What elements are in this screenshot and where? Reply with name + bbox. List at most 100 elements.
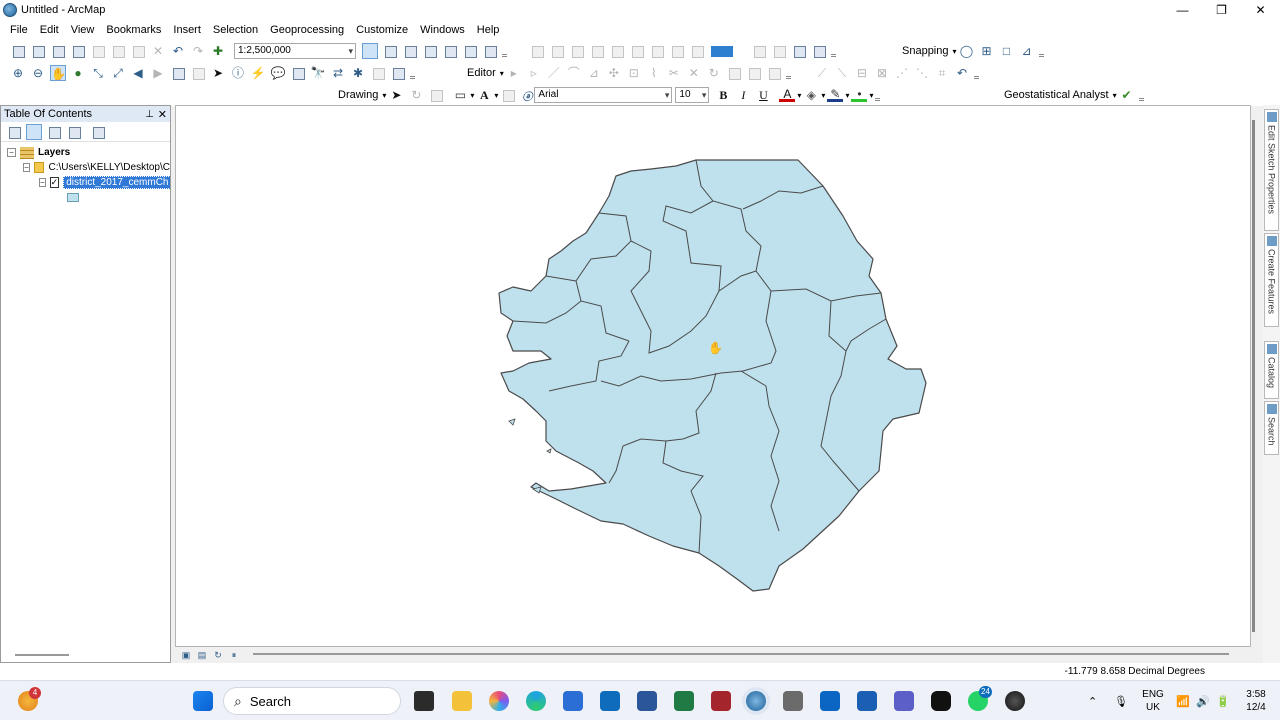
zoom-out-icon[interactable]: ⊖ [30, 65, 46, 81]
forward-extent-icon[interactable]: ▶ [150, 65, 166, 81]
vertex-snapping-icon[interactable]: □ [999, 43, 1015, 59]
collapse-icon[interactable]: − [23, 163, 30, 172]
excel-icon[interactable] [674, 691, 694, 711]
georef-tool-7-icon[interactable] [649, 43, 665, 59]
open-icon[interactable] [30, 43, 46, 59]
arccatalog-icon[interactable] [783, 691, 803, 711]
split-icon[interactable]: ✕ [686, 65, 702, 81]
sketch-properties-icon[interactable] [746, 65, 762, 81]
chatbot-app-icon[interactable] [931, 691, 951, 711]
adv-edit-7-icon[interactable]: ⌗ [934, 65, 950, 81]
toolbar-grip[interactable] [1038, 45, 1044, 57]
menu-help[interactable]: Help [471, 24, 506, 36]
layout-tool-4-icon[interactable] [811, 43, 827, 59]
list-by-drawing-order-icon[interactable] [6, 124, 22, 140]
zoom-to-elements-icon[interactable] [428, 87, 444, 103]
map-canvas[interactable] [176, 106, 1252, 648]
chevron-down-icon[interactable]: ▾ [470, 91, 474, 100]
pause-drawing-icon[interactable]: ⏸ [228, 649, 240, 661]
minimize-button[interactable]: — [1163, 0, 1202, 20]
print-icon[interactable] [70, 43, 86, 59]
chevron-down-icon[interactable]: ▾ [797, 91, 801, 100]
task-view-icon[interactable] [414, 691, 434, 711]
chrome-profile-icon[interactable] [1005, 691, 1025, 711]
rectangle-icon[interactable]: ▭ [452, 87, 468, 103]
paste-icon[interactable] [130, 43, 146, 59]
tree-row-symbol[interactable] [1, 190, 170, 205]
layout-tool-3-icon[interactable] [791, 43, 807, 59]
chevron-down-icon[interactable]: ▾ [500, 69, 504, 78]
arctoolbox-icon[interactable] [442, 43, 458, 59]
system-clock[interactable]: 3:58 12/4 [1240, 688, 1272, 714]
edge-browser-icon[interactable] [526, 691, 546, 711]
color-swatch[interactable] [711, 45, 733, 57]
sierra-leone-outline[interactable] [498, 159, 927, 592]
close-button[interactable]: ✕ [1241, 0, 1280, 20]
marker-color-icon[interactable]: • [851, 88, 868, 102]
bold-button[interactable]: B [715, 87, 731, 103]
go-to-xy-icon[interactable]: ✱ [350, 65, 366, 81]
menu-bookmarks[interactable]: Bookmarks [100, 24, 167, 36]
cut-icon[interactable] [90, 43, 106, 59]
editor-toolbar-icon[interactable] [362, 43, 378, 59]
layer-symbol-swatch[interactable] [67, 193, 79, 202]
menu-geoprocessing[interactable]: Geoprocessing [264, 24, 350, 36]
tab-search[interactable]: Search [1264, 401, 1279, 455]
reshape-icon[interactable]: ⌇ [646, 65, 662, 81]
toolbar-grip[interactable] [502, 45, 507, 57]
delete-icon[interactable]: ✕ [150, 43, 166, 59]
search-window-icon[interactable] [422, 43, 438, 59]
redo-icon[interactable]: ↷ [190, 43, 206, 59]
menu-file[interactable]: File [4, 24, 34, 36]
map-horizontal-scrollbar[interactable] [253, 653, 1229, 655]
rotate-element-icon[interactable]: ↻ [408, 87, 424, 103]
clear-selection-icon[interactable] [190, 65, 206, 81]
save-icon[interactable] [50, 43, 66, 59]
georef-tool-6-icon[interactable] [629, 43, 645, 59]
chevron-down-icon[interactable]: ▾ [953, 47, 957, 56]
menu-edit[interactable]: Edit [34, 24, 65, 36]
georef-tool-8-icon[interactable] [669, 43, 685, 59]
zoom-in-icon[interactable]: ⊕ [10, 65, 26, 81]
adv-edit-6-icon[interactable]: ⋱ [914, 65, 930, 81]
chevron-down-icon[interactable]: ▾ [869, 91, 873, 100]
chevron-down-icon[interactable]: ▾ [845, 91, 849, 100]
collapse-icon[interactable]: − [39, 178, 46, 187]
list-by-visibility-icon[interactable] [46, 124, 62, 140]
line-color-icon[interactable]: ✎ [827, 88, 844, 102]
menu-windows[interactable]: Windows [414, 24, 471, 36]
text-tool-icon[interactable]: A [476, 87, 492, 103]
layout-view-icon[interactable]: ▤ [196, 649, 208, 661]
adv-edit-1-icon[interactable]: ⟋ [814, 65, 830, 81]
arcmap-taskbar-icon[interactable] [746, 691, 766, 711]
end-snapping-icon[interactable]: ⊞ [979, 43, 995, 59]
tree-row-layers[interactable]: − Layers [1, 145, 170, 160]
toolbar-grip[interactable] [831, 45, 836, 57]
georef-tool-1-icon[interactable] [529, 43, 545, 59]
file-explorer-icon[interactable] [452, 691, 472, 711]
fixed-zoom-in-icon[interactable]: ⤡ [90, 65, 106, 81]
tree-row-layer[interactable]: − ✓ district_2017_cemmCh [1, 175, 170, 190]
word-icon[interactable] [637, 691, 657, 711]
mail-app-icon[interactable] [857, 691, 877, 711]
font-name-dropdown[interactable]: Arial [534, 87, 673, 103]
font-size-dropdown[interactable]: 10 [675, 87, 710, 103]
menu-customize[interactable]: Customize [350, 24, 414, 36]
trace-icon[interactable]: ⊿ [586, 65, 602, 81]
add-data-icon[interactable]: ✚ [210, 43, 226, 59]
underline-button[interactable]: U [755, 87, 771, 103]
chevron-down-icon[interactable]: ▾ [821, 91, 825, 100]
copy-icon[interactable] [110, 43, 126, 59]
list-by-source-icon[interactable] [26, 123, 42, 140]
toolbar-grip[interactable] [1138, 89, 1144, 101]
find-icon[interactable]: 🔭 [310, 65, 326, 81]
tab-edit-sketch-properties[interactable]: Edit Sketch Properties [1264, 109, 1279, 231]
taskbar-search-box[interactable]: ⌕ Search [223, 687, 401, 715]
chevron-down-icon[interactable]: ▾ [1113, 91, 1117, 100]
toolbar-grip[interactable] [974, 67, 979, 79]
create-features-icon[interactable] [766, 65, 782, 81]
table-of-contents-icon[interactable] [382, 43, 398, 59]
map-scale-dropdown[interactable]: 1:2,500,000 [234, 43, 356, 59]
rotate-icon[interactable]: ↻ [706, 65, 722, 81]
undo-edit-icon[interactable]: ↶ [954, 65, 970, 81]
